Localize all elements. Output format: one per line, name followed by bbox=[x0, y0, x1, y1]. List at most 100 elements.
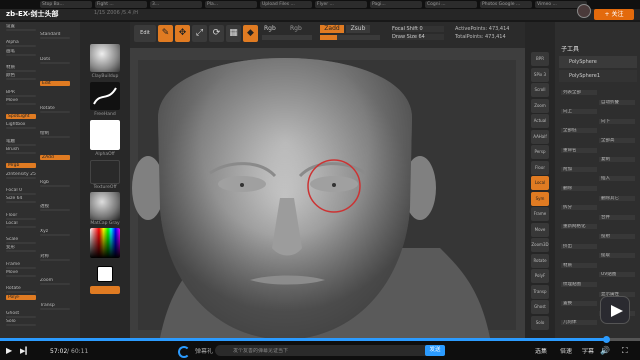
shelf-button[interactable]: Transp bbox=[531, 284, 549, 299]
palette-item[interactable]: Move bbox=[6, 270, 40, 275]
zadd-button[interactable]: Zadd bbox=[320, 25, 344, 33]
browser-tab[interactable]: Pagi... bbox=[370, 1, 422, 8]
draw-size-label[interactable]: Draw Size 64 bbox=[392, 34, 444, 40]
subtool-item[interactable]: PolySphere bbox=[559, 56, 637, 68]
subtool-menu-item[interactable]: 删除 bbox=[561, 186, 597, 191]
subtool-menu-item[interactable]: 提取 bbox=[599, 253, 635, 259]
palette-slider[interactable] bbox=[40, 307, 70, 310]
palette-slider[interactable] bbox=[6, 94, 36, 97]
speed-button[interactable]: 倍速 bbox=[560, 348, 572, 355]
claybuildup-brush-thumb[interactable] bbox=[90, 44, 120, 72]
subtool-menu-item[interactable]: 投射 bbox=[599, 234, 635, 239]
danmu-toggle[interactable]: 弹幕礼仪 > bbox=[195, 348, 213, 355]
palette-slider[interactable] bbox=[6, 201, 36, 204]
palette-item[interactable]: Transp bbox=[40, 303, 74, 308]
play-icon[interactable]: ▶ bbox=[6, 346, 12, 356]
subtool-menu-item[interactable]: 拆分 bbox=[561, 205, 597, 211]
subtool-menu-item[interactable]: 向下 bbox=[599, 118, 635, 124]
alpha-thumb[interactable] bbox=[90, 120, 120, 150]
subtool-menu-item[interactable]: 全部高 bbox=[599, 138, 635, 143]
palette-item[interactable]: 对称 bbox=[40, 254, 74, 259]
z-intensity-slider[interactable] bbox=[320, 35, 380, 40]
palette-item[interactable]: Local bbox=[6, 221, 40, 226]
next-icon[interactable]: ▶▎ bbox=[20, 346, 31, 356]
palette-slider[interactable] bbox=[6, 242, 36, 245]
palette-item[interactable]: ZIntensity 25 bbox=[6, 172, 40, 177]
shelf-button[interactable]: Zoom3D bbox=[531, 238, 549, 252]
subtool-menu-item[interactable]: 列表全部 bbox=[561, 90, 597, 95]
shelf-button[interactable]: Persp bbox=[531, 145, 549, 159]
palette-slider[interactable] bbox=[6, 291, 36, 294]
subtool-menu-item[interactable]: 删除其它 bbox=[599, 195, 635, 201]
subtool-menu-item[interactable]: 重新网格化 bbox=[561, 224, 597, 230]
favorite-badge[interactable] bbox=[600, 296, 630, 324]
subtool-menu-item[interactable]: 挤出 bbox=[561, 243, 597, 249]
volume-icon[interactable]: 🔊 bbox=[600, 346, 610, 356]
zsub-button[interactable]: Zsub bbox=[346, 25, 370, 33]
palette-slider[interactable] bbox=[6, 53, 36, 56]
move-button[interactable]: ✥ bbox=[175, 25, 190, 42]
palette-slider[interactable] bbox=[6, 143, 36, 146]
rgb-intensity-slider[interactable] bbox=[262, 35, 312, 40]
tool-icon-a[interactable]: ▦ bbox=[226, 25, 241, 42]
shelf-button[interactable]: Actual bbox=[531, 114, 549, 128]
subtool-menu-item[interactable]: 置换 bbox=[561, 301, 597, 307]
subtool-item[interactable]: PolySphere1 bbox=[559, 70, 637, 82]
browser-tab[interactable]: Pla... bbox=[205, 1, 257, 8]
palette-item[interactable]: Dots bbox=[40, 57, 74, 62]
palette-item[interactable]: Ghost bbox=[6, 311, 40, 316]
subtool-menu-item[interactable]: 附加 bbox=[561, 166, 597, 172]
palette-button-active[interactable]: Edit bbox=[40, 81, 70, 87]
shelf-button[interactable]: Solo bbox=[531, 315, 549, 330]
edit-button[interactable]: Edit bbox=[134, 25, 156, 42]
palette-item[interactable]: Brush bbox=[6, 147, 40, 152]
palette-slider[interactable] bbox=[6, 176, 36, 179]
subtool-menu-item[interactable]: 自动折叠 bbox=[599, 99, 635, 105]
palette-slider[interactable] bbox=[40, 234, 70, 236]
palette-item[interactable]: Size 64 bbox=[6, 196, 40, 201]
shelf-button[interactable]: Local bbox=[531, 176, 549, 190]
subtool-menu-item[interactable]: 全部低 bbox=[561, 128, 597, 134]
subtool-menu-item[interactable]: 插入 bbox=[599, 176, 635, 182]
subtool-menu-item[interactable]: UV贴图 bbox=[599, 272, 635, 278]
palette-slider[interactable] bbox=[6, 70, 36, 72]
palette-item[interactable]: Move bbox=[6, 98, 40, 103]
subtitle-button[interactable]: 字幕 bbox=[582, 348, 594, 355]
browser-tab[interactable]: Upload Files ... bbox=[260, 1, 312, 8]
browser-tab[interactable]: Stop Ba... bbox=[40, 1, 92, 8]
color-picker[interactable] bbox=[90, 228, 120, 258]
palette-item[interactable]: 画笔 bbox=[6, 49, 40, 54]
shelf-button[interactable]: SPix 3 bbox=[531, 67, 549, 82]
browser-tab[interactable]: Flyer ... bbox=[315, 1, 367, 8]
focal-shift-label[interactable]: Focal Shift 0 bbox=[392, 26, 444, 32]
palette-slider[interactable] bbox=[6, 45, 36, 48]
shelf-button[interactable]: Sym bbox=[531, 191, 549, 206]
shelf-button[interactable]: Frame bbox=[531, 207, 549, 221]
secondary-color-swatch[interactable] bbox=[97, 266, 113, 282]
palette-slider[interactable] bbox=[40, 111, 70, 113]
palette-slider[interactable] bbox=[40, 209, 70, 212]
palette-item[interactable]: 设置 bbox=[6, 24, 40, 29]
palette-slider[interactable] bbox=[6, 225, 36, 228]
palette-slider[interactable] bbox=[6, 29, 36, 31]
uploader-avatar[interactable] bbox=[577, 4, 591, 18]
rotate-button[interactable]: ⟳ bbox=[209, 25, 224, 42]
palette-slider[interactable] bbox=[6, 275, 36, 277]
palette-slider[interactable] bbox=[6, 152, 36, 154]
palette-item[interactable]: 透视 bbox=[40, 204, 74, 209]
palette-slider[interactable] bbox=[6, 78, 36, 81]
shelf-button[interactable]: Rotate bbox=[531, 253, 549, 268]
browser-tab[interactable]: 3... bbox=[150, 1, 202, 8]
subtool-menu-item[interactable]: 合并 bbox=[599, 214, 635, 220]
quality-button[interactable]: 选集 bbox=[535, 348, 547, 355]
palette-item[interactable]: 变形 bbox=[6, 245, 40, 250]
shelf-button[interactable]: Zoom bbox=[531, 98, 549, 113]
subtool-menu-item[interactable]: 纹理贴图 bbox=[561, 282, 597, 287]
palette-button-active[interactable]: Mrgb bbox=[6, 163, 36, 169]
palette-slider[interactable] bbox=[40, 61, 70, 64]
shelf-button[interactable]: Floor bbox=[531, 160, 549, 175]
shelf-button[interactable]: BPR bbox=[531, 52, 549, 66]
shelf-button[interactable]: Move bbox=[531, 222, 549, 237]
palette-slider[interactable] bbox=[6, 250, 36, 253]
palette-item[interactable]: 笔触 bbox=[6, 139, 40, 144]
